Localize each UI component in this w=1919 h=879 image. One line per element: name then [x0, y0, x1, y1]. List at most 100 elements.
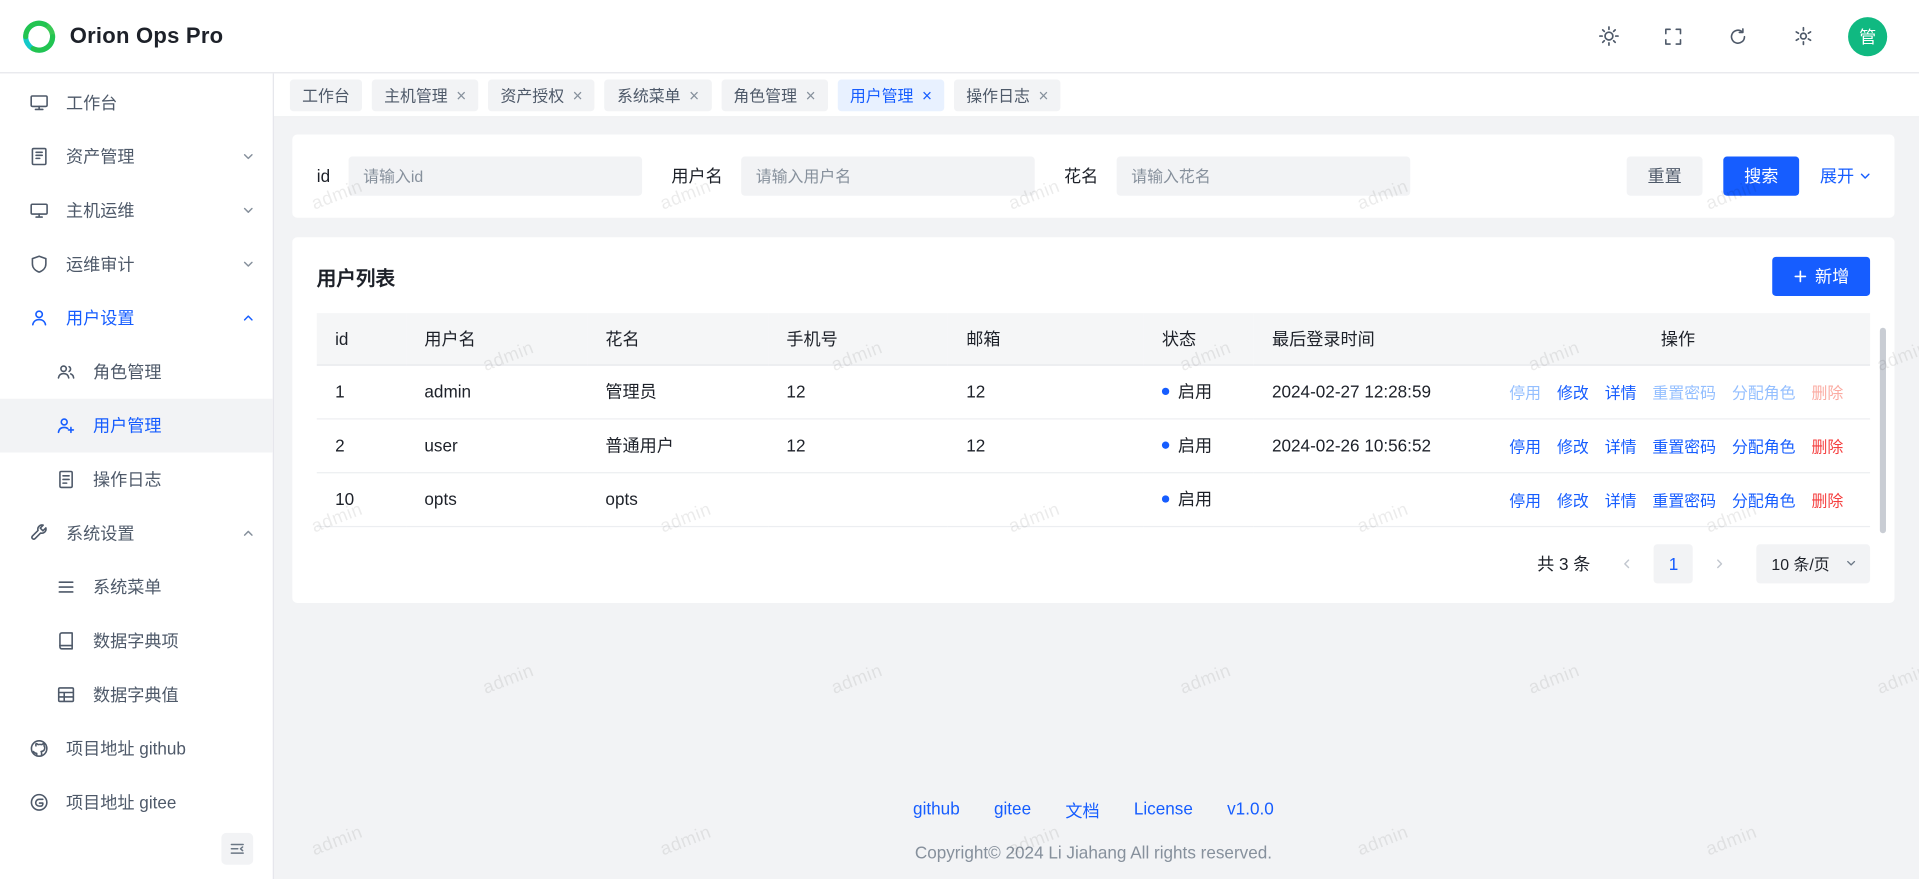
expand-button[interactable]: 展开 [1820, 157, 1873, 196]
delete-action[interactable]: 删除 [1811, 434, 1843, 457]
sidebar-item-role-management[interactable]: 角色管理 [0, 345, 273, 399]
sidebar-item-operation-log[interactable]: 操作日志 [0, 453, 273, 507]
add-user-button[interactable]: 新增 [1772, 257, 1870, 296]
topbar-actions: 管 [1589, 17, 1900, 56]
settings-gear-icon[interactable] [1783, 17, 1822, 56]
footer-link-docs[interactable]: 文档 [1065, 798, 1099, 822]
sidebar-item-label: 项目地址 github [66, 736, 186, 760]
menu-fold-icon [229, 840, 246, 857]
sidebar-item-dict-item[interactable]: 数据字典项 [0, 614, 273, 668]
tab-operation-log[interactable]: 操作日志× [954, 79, 1061, 111]
footer-link-github[interactable]: github [913, 798, 960, 822]
sidebar-item-host-ops[interactable]: 主机运维 [0, 183, 273, 237]
close-icon[interactable]: × [806, 86, 816, 103]
detail-action[interactable]: 详情 [1605, 434, 1637, 457]
sidebar-item-ops-audit[interactable]: 运维审计 [0, 237, 273, 291]
page-number-1[interactable]: 1 [1654, 544, 1693, 583]
tab-label: 系统菜单 [617, 83, 681, 106]
cell-actions: 停用 修改 详情 重置密码 分配角色 删除 [1486, 418, 1870, 472]
sidebar-item-gitee[interactable]: 项目地址 gitee [0, 775, 273, 829]
tab-user-management[interactable]: 用户管理 × [838, 79, 945, 111]
assign-role-action[interactable]: 分配角色 [1732, 434, 1796, 457]
footer-link-gitee[interactable]: gitee [994, 798, 1031, 822]
footer-link-version[interactable]: v1.0.0 [1227, 798, 1274, 822]
menu-lines-icon [56, 577, 76, 597]
cell-nickname: 管理员 [587, 364, 768, 418]
col-username: 用户名 [406, 313, 587, 364]
tab-label: 用户管理 [850, 83, 914, 106]
sidebar-item-label: 系统菜单 [93, 575, 161, 599]
search-button[interactable]: 搜索 [1723, 157, 1799, 196]
close-icon[interactable]: × [573, 86, 583, 103]
reset-password-action[interactable]: 重置密码 [1652, 434, 1716, 457]
sidebar-item-workbench[interactable]: 工作台 [0, 76, 273, 130]
sidebar-item-label: 资产管理 [66, 144, 134, 168]
table-row: 2 user 普通用户 12 12 启用 2024-02-26 10:56:52… [317, 418, 1870, 472]
page-size-select[interactable]: 10 条/页 [1757, 544, 1870, 583]
close-icon[interactable]: × [922, 86, 932, 103]
cell-last-login [1254, 472, 1486, 526]
cell-nickname: opts [587, 472, 768, 526]
sidebar-item-label: 主机运维 [66, 198, 134, 222]
sidebar-item-asset-management[interactable]: 资产管理 [0, 130, 273, 184]
reset-button[interactable]: 重置 [1627, 157, 1703, 196]
close-icon[interactable]: × [456, 86, 466, 103]
app-logo-icon [20, 17, 59, 56]
cell-status: 启用 [1144, 364, 1254, 418]
username-input[interactable] [741, 157, 1035, 196]
disable-action[interactable]: 停用 [1509, 487, 1541, 510]
tab-asset-auth[interactable]: 资产授权× [488, 79, 595, 111]
sidebar-item-system-menu[interactable]: 系统菜单 [0, 560, 273, 614]
page-footer: github gitee 文档 License v1.0.0 Copyright… [292, 798, 1894, 862]
sidebar-item-label: 数据字典值 [93, 682, 179, 706]
disable-action[interactable]: 停用 [1509, 434, 1541, 457]
col-mobile: 手机号 [768, 313, 948, 364]
table-scrollbar[interactable] [1880, 328, 1886, 533]
sidebar-item-system-settings[interactable]: 系统设置 [0, 506, 273, 560]
github-icon [29, 739, 49, 759]
tab-workbench[interactable]: 工作台 [290, 79, 362, 111]
sidebar-item-user-settings[interactable]: 用户设置 [0, 291, 273, 345]
prev-page-button[interactable] [1610, 546, 1644, 580]
assign-role-action[interactable]: 分配角色 [1732, 487, 1796, 510]
asset-book-icon [29, 147, 49, 167]
detail-action[interactable]: 详情 [1605, 487, 1637, 510]
assign-role-action: 分配角色 [1732, 380, 1796, 403]
edit-action[interactable]: 修改 [1557, 487, 1589, 510]
cell-nickname: 普通用户 [587, 418, 768, 472]
footer-link-license[interactable]: License [1134, 798, 1193, 822]
cell-id: 2 [317, 418, 406, 472]
cell-email [948, 472, 1144, 526]
sidebar-item-dict-value[interactable]: 数据字典值 [0, 668, 273, 722]
close-icon[interactable]: × [689, 86, 699, 103]
nickname-input[interactable] [1117, 157, 1411, 196]
edit-action[interactable]: 修改 [1557, 434, 1589, 457]
edit-action[interactable]: 修改 [1557, 380, 1589, 403]
sidebar-collapse-button[interactable] [221, 833, 253, 865]
delete-action[interactable]: 删除 [1811, 487, 1843, 510]
tab-label: 主机管理 [384, 83, 448, 106]
col-last-login: 最后登录时间 [1254, 313, 1486, 364]
reset-password-action[interactable]: 重置密码 [1652, 487, 1716, 510]
tab-host-management[interactable]: 主机管理 × [372, 79, 479, 111]
col-actions: 操作 [1486, 313, 1870, 364]
sidebar-item-user-management[interactable]: 用户管理 [0, 399, 273, 453]
fullscreen-icon[interactable] [1654, 17, 1693, 56]
id-input[interactable] [348, 157, 642, 196]
tab-role-management[interactable]: 角色管理× [721, 79, 828, 111]
close-icon[interactable]: × [1038, 86, 1048, 103]
status-text: 启用 [1178, 487, 1212, 511]
theme-toggle-icon[interactable] [1589, 17, 1628, 56]
row-actions: 停用 修改 详情 重置密码 分配角色 删除 [1504, 487, 1870, 510]
cell-email: 12 [948, 364, 1144, 418]
status-text: 启用 [1178, 379, 1212, 403]
refresh-icon[interactable] [1718, 17, 1757, 56]
detail-action[interactable]: 详情 [1605, 380, 1637, 403]
app-root: Orion Ops Pro [0, 0, 1919, 879]
next-page-button[interactable] [1703, 546, 1737, 580]
sidebar-item-github[interactable]: 项目地址 github [0, 722, 273, 776]
user-list-card: 用户列表 新增 id [292, 237, 1894, 602]
tab-system-menu[interactable]: 系统菜单 × [605, 79, 712, 111]
tab-bar: 工作台 主机管理 × 资产授权× 系统菜单 × 角色管理× 用户管理 × 操作日志× [274, 73, 1919, 117]
user-avatar[interactable]: 管 [1848, 17, 1887, 56]
